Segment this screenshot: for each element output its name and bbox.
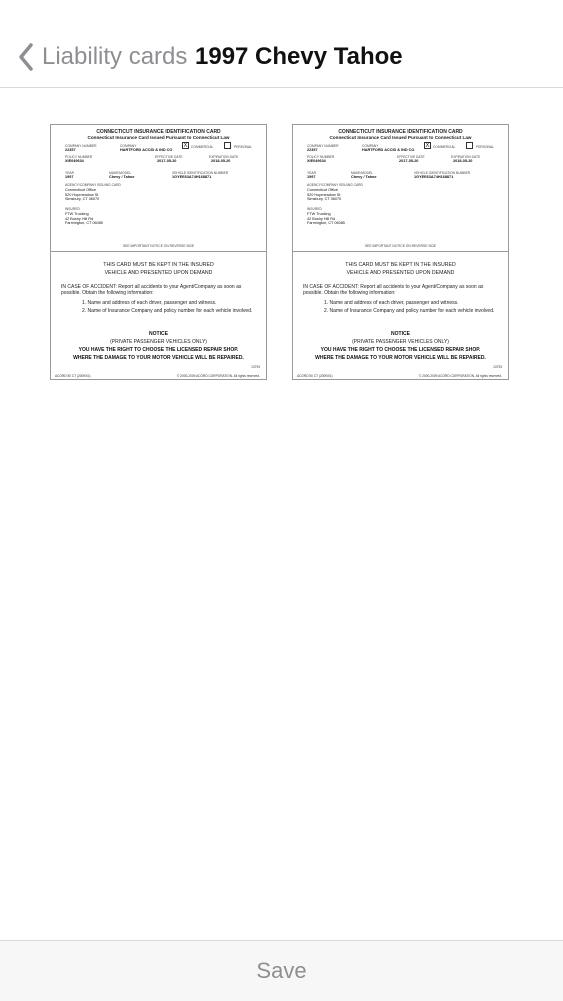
effective-date: 2017-05-20 xyxy=(157,159,177,163)
accident-instructions: IN CASE OF ACCIDENT: Report all accident… xyxy=(61,284,242,296)
agency-label: AGENCY/COMPANY ISSUING CARD xyxy=(65,183,121,187)
reverse-side-notice: SEE IMPORTANT NOTICE ON REVERSE SIDE xyxy=(364,244,437,248)
footer-copyright: © 2000-2009 ACORD CORPORATION. All right… xyxy=(418,374,502,378)
vehicle-vin: 1GYEE63A74H168871 xyxy=(414,175,454,179)
expiration-date: 2018-05-20 xyxy=(453,159,473,163)
policy-number: XIE049634 xyxy=(307,159,326,163)
insured-address: FTW Trucking 42 Bushy Hill Rd Farmington… xyxy=(65,212,103,226)
form-code: 13793 xyxy=(251,365,260,369)
commercial-label: COMMERCIAL xyxy=(433,145,456,149)
agency-address: Connecticut Office 520 Hopmeadow St Sims… xyxy=(307,188,342,202)
footer-copyright: © 2000-2009 ACORD CORPORATION. All right… xyxy=(176,374,260,378)
personal-label: PERSONAL xyxy=(234,145,252,149)
notice-title: NOTICE xyxy=(391,331,410,337)
keep-in-vehicle-line-2: VEHICLE AND PRESENTED UPON DEMAND xyxy=(346,270,455,276)
page-title: 1997 Chevy Tahoe xyxy=(195,43,403,70)
company-number: 22357 xyxy=(65,148,76,152)
accident-item-2: 2. Name of Insurance Company and policy … xyxy=(324,308,495,314)
repair-right-line-1: YOU HAVE THE RIGHT TO CHOOSE THE LICENSE… xyxy=(320,347,481,353)
vehicle-make-model: Chevy / Tahoe xyxy=(109,175,135,179)
form-code: 13793 xyxy=(493,365,502,369)
back-button-label: Liability cards xyxy=(42,43,188,70)
repair-right-line-1: YOU HAVE THE RIGHT TO CHOOSE THE LICENSE… xyxy=(78,347,239,353)
card-front: CONNECTICUT INSURANCE IDENTIFICATION CAR… xyxy=(293,125,508,252)
personal-label: PERSONAL xyxy=(476,145,494,149)
insurance-card-page-2[interactable]: CONNECTICUT INSURANCE IDENTIFICATION CAR… xyxy=(292,124,509,380)
keep-in-vehicle-line-1: THIS CARD MUST BE KEPT IN THE INSURED xyxy=(103,262,214,268)
vehicle-make-model: Chevy / Tahoe xyxy=(351,175,377,179)
insured-label: INSURED xyxy=(307,207,322,211)
vehicle-year: 1997 xyxy=(65,175,74,179)
personal-checkbox xyxy=(224,142,231,149)
card-subtitle: Connecticut Insurance Card Issued Pursua… xyxy=(87,135,230,140)
repair-right-line-2: WHERE THE DAMAGE TO YOUR MOTOR VEHICLE W… xyxy=(315,355,486,361)
insured-label: INSURED xyxy=(65,207,80,211)
card-subtitle: Connecticut Insurance Card Issued Pursua… xyxy=(329,135,472,140)
accident-item-2: 2. Name of Insurance Company and policy … xyxy=(82,308,253,314)
vehicle-vin: 1GYEE63A74H168871 xyxy=(172,175,212,179)
save-button[interactable]: Save xyxy=(0,941,563,1001)
chevron-left-icon xyxy=(19,43,33,71)
footer-form-id: ACORD 50 CT (2009/01) xyxy=(55,374,91,378)
accident-item-1: 1. Name and address of each driver, pass… xyxy=(324,300,459,306)
accident-instructions: IN CASE OF ACCIDENT: Report all accident… xyxy=(303,284,484,296)
company-name: HARTFORD ACCID & IND CO xyxy=(362,148,415,152)
company-number: 22357 xyxy=(307,148,318,152)
agency-label: AGENCY/COMPANY ISSUING CARD xyxy=(307,183,363,187)
navigation-bar: Liability cards 1997 Chevy Tahoe xyxy=(0,0,563,88)
keep-in-vehicle-line-2: VEHICLE AND PRESENTED UPON DEMAND xyxy=(104,270,213,276)
commercial-checkbox: X xyxy=(182,142,189,149)
policy-number: XIE049634 xyxy=(65,159,84,163)
personal-checkbox xyxy=(466,142,473,149)
document-preview-area: CONNECTICUT INSURANCE IDENTIFICATION CAR… xyxy=(0,88,563,940)
notice-title: NOTICE xyxy=(149,331,168,337)
notice-subtitle: (PRIVATE PASSENGER VEHICLES ONLY) xyxy=(110,339,207,345)
vehicle-year: 1997 xyxy=(307,175,316,179)
agency-address: Connecticut Office 520 Hopmeadow St Sims… xyxy=(65,188,100,202)
expiration-date: 2018-05-20 xyxy=(211,159,231,163)
back-button[interactable]: Liability cards xyxy=(14,36,187,78)
repair-right-line-2: WHERE THE DAMAGE TO YOUR MOTOR VEHICLE W… xyxy=(73,355,244,361)
keep-in-vehicle-line-1: THIS CARD MUST BE KEPT IN THE INSURED xyxy=(345,262,456,268)
bottom-toolbar: Save xyxy=(0,940,563,1001)
commercial-checkbox: X xyxy=(424,142,431,149)
insured-address: FTW Trucking 42 Bushy Hill Rd Farmington… xyxy=(307,212,345,226)
card-front: CONNECTICUT INSURANCE IDENTIFICATION CAR… xyxy=(51,125,266,252)
commercial-label: COMMERCIAL xyxy=(191,145,214,149)
company-name: HARTFORD ACCID & IND CO xyxy=(120,148,173,152)
reverse-side-notice: SEE IMPORTANT NOTICE ON REVERSE SIDE xyxy=(122,244,195,248)
footer-form-id: ACORD 50 CT (2009/01) xyxy=(297,374,333,378)
insurance-card-page-1[interactable]: CONNECTICUT INSURANCE IDENTIFICATION CAR… xyxy=(50,124,267,380)
effective-date: 2017-05-20 xyxy=(399,159,419,163)
accident-item-1: 1. Name and address of each driver, pass… xyxy=(82,300,217,306)
notice-subtitle: (PRIVATE PASSENGER VEHICLES ONLY) xyxy=(352,339,449,345)
